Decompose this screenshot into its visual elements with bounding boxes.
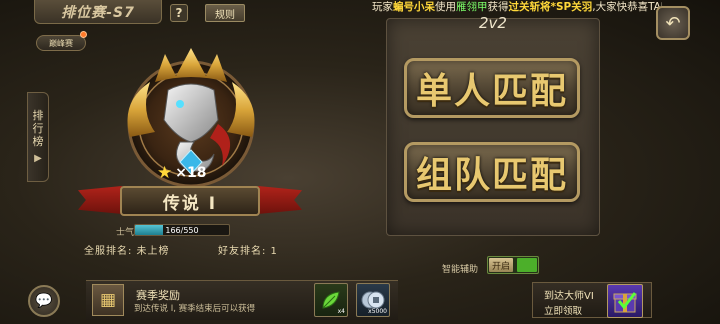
- toggle-state-label: 开启: [489, 258, 513, 272]
- marquee-player: 蝙号小呆: [393, 1, 435, 13]
- marquee-item: 雁翎甲: [456, 1, 488, 13]
- rules-button[interactable]: 规则: [205, 4, 245, 22]
- marquee-prefix: 玩家: [372, 1, 393, 13]
- master-gift-button[interactable]: [607, 284, 643, 318]
- chat-button[interactable]: 💬: [28, 285, 60, 317]
- back-arrow-icon: ↶: [665, 12, 681, 34]
- season-reward-bar: [86, 280, 398, 320]
- reward-item-coin[interactable]: x5000: [356, 283, 390, 317]
- dragon-eye: [176, 100, 184, 108]
- smart-assist-toggle[interactable]: 开启: [487, 256, 539, 274]
- leaderboard-char-1: 排: [32, 109, 44, 122]
- item-qty: x5000: [368, 308, 387, 315]
- morale-label: 士气: [116, 228, 135, 238]
- master-reward-title: 到达大师VI: [544, 291, 594, 302]
- marquee-verb: 获得: [487, 1, 509, 13]
- reward-chest-icon[interactable]: ▦: [92, 284, 124, 316]
- ribbon-left: [78, 186, 122, 214]
- expand-arrow-icon: ▶: [34, 153, 42, 164]
- leaderboard-char-2: 行: [32, 122, 44, 135]
- announcement-marquee: 玩家蝙号小呆使用雁翎甲获得过关斩将*SP关羽,大家快恭喜TA吧: [372, 0, 662, 14]
- morale-text: 166/550: [165, 225, 199, 235]
- leaderboard-tab[interactable]: 排 行 榜 ▶: [27, 92, 49, 182]
- smart-assist-label: 智能辅助: [442, 265, 479, 275]
- season-reward-desc: 到达传说 I, 赛季结束后可以获得: [134, 304, 256, 314]
- ribbon-right: [258, 186, 302, 214]
- reward-item-leaf[interactable]: x4: [314, 283, 348, 317]
- leaderboard-char-3: 榜: [32, 135, 44, 148]
- friend-rank: 好友排名: 1: [218, 246, 278, 257]
- match-panel: [386, 18, 600, 236]
- toggle-knob: [517, 258, 537, 272]
- claim-now-label[interactable]: 立即领取: [544, 303, 582, 317]
- star-count: ★ ×18: [157, 163, 227, 183]
- dragon-crown: [155, 48, 227, 82]
- server-rank: 全服排名: 未上榜: [84, 246, 170, 257]
- solo-match-button[interactable]: 单人匹配: [404, 58, 580, 118]
- help-button[interactable]: ?: [170, 4, 188, 22]
- notification-dot: [80, 31, 87, 38]
- star-icon: ★: [157, 163, 173, 183]
- season-title: 排位赛-S7: [34, 0, 162, 24]
- team-match-button[interactable]: 组队匹配: [404, 142, 580, 202]
- gift-box-icon: [613, 292, 637, 313]
- peak-match-button[interactable]: 巅峰赛: [36, 35, 86, 51]
- morale-bar: 166/550: [134, 224, 230, 236]
- star-count-text: ×18: [175, 165, 207, 181]
- item-qty: x4: [337, 308, 345, 315]
- marquee-mid: 使用: [435, 1, 456, 13]
- marquee-suffix: ,大家快恭喜TA吧: [592, 1, 662, 13]
- back-button[interactable]: ↶: [656, 6, 690, 40]
- rank-name-plate: 传说 I: [120, 186, 260, 216]
- match-mode-title: 2v2: [479, 14, 507, 32]
- season-reward-title: 赛季奖励: [136, 289, 180, 302]
- chat-bubble-icon: 💬: [35, 293, 53, 309]
- marquee-reward: 过关斩将*SP关羽: [508, 1, 593, 13]
